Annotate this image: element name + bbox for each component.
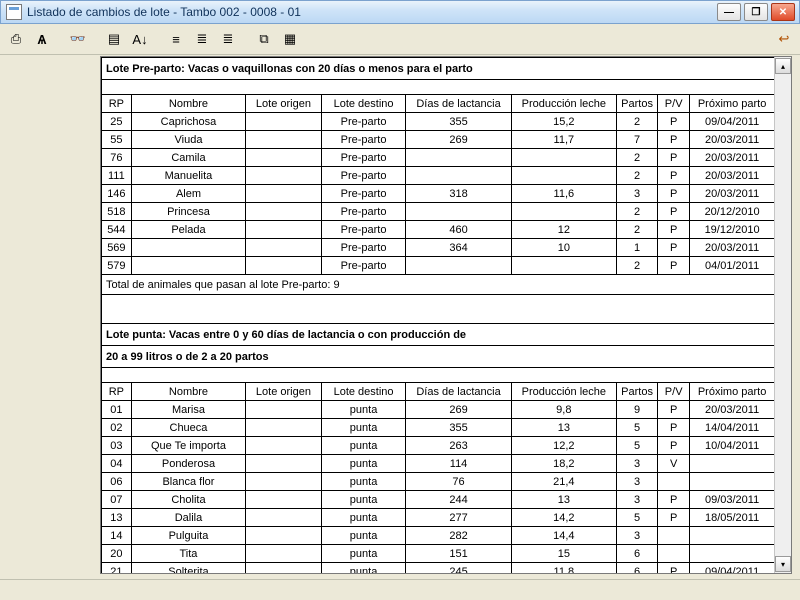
maximize-button[interactable]: ❐ bbox=[744, 3, 768, 21]
report-viewport: Lote Pre-parto: Vacas o vaquillonas con … bbox=[100, 56, 792, 574]
status-bar bbox=[0, 579, 800, 600]
app-icon bbox=[6, 4, 22, 20]
exit-icon[interactable]: ↩ bbox=[772, 27, 796, 51]
table-row: Total de animales que pasan al lote Pre-… bbox=[102, 275, 775, 295]
table-row: 21Solteritapunta24511,86P09/04/2011 bbox=[102, 563, 775, 574]
table-row: 518PrincesaPre-parto2P20/12/2010 bbox=[102, 203, 775, 221]
print-icon[interactable]: ⎙ bbox=[4, 27, 28, 51]
table-row bbox=[102, 80, 775, 95]
table-row: Lote Pre-parto: Vacas o vaquillonas con … bbox=[102, 58, 775, 80]
table-row: 01Marisapunta2699,89P20/03/2011 bbox=[102, 401, 775, 419]
table-row: 544PeladaPre-parto460122P19/12/2010 bbox=[102, 221, 775, 239]
config-icon[interactable]: ▤ bbox=[102, 27, 126, 51]
table-row: 20 a 99 litros o de 2 a 20 partos bbox=[102, 346, 775, 368]
copy-icon[interactable]: ⧉ bbox=[252, 27, 276, 51]
title-bar: Listado de cambios de lote - Tambo 002 -… bbox=[0, 0, 800, 24]
table-row: RPNombreLote origenLote destinoDías de l… bbox=[102, 383, 775, 401]
table-row: 76CamilaPre-parto2P20/03/2011 bbox=[102, 149, 775, 167]
table-row bbox=[102, 309, 775, 324]
grid-icon[interactable]: ▦ bbox=[278, 27, 302, 51]
vertical-scrollbar[interactable]: ▴ ▾ bbox=[774, 57, 791, 573]
minimize-button[interactable]: — bbox=[717, 3, 741, 21]
table-row: 06Blanca florpunta7621,43 bbox=[102, 473, 775, 491]
table-row: 13Dalilapunta27714,25P18/05/2011 bbox=[102, 509, 775, 527]
table-row: 146AlemPre-parto31811,63P20/03/2011 bbox=[102, 185, 775, 203]
scroll-down-icon[interactable]: ▾ bbox=[775, 556, 791, 572]
table-row: 25CaprichosaPre-parto35515,22P09/04/2011 bbox=[102, 113, 775, 131]
table-row: 55ViudaPre-parto26911,77P20/03/2011 bbox=[102, 131, 775, 149]
scroll-up-icon[interactable]: ▴ bbox=[775, 58, 791, 74]
table-row: 14Pulguitapunta28214,43 bbox=[102, 527, 775, 545]
align-left-icon[interactable]: ≡ bbox=[164, 27, 188, 51]
toolbar: ⎙ Ѧ 👓 ▤ A↓ ≡ ≣ ≣ ⧉ ▦ ↩ bbox=[0, 24, 800, 55]
table-row: 569Pre-parto364101P20/03/2011 bbox=[102, 239, 775, 257]
table-row: 03Que Te importapunta26312,25P10/04/2011 bbox=[102, 437, 775, 455]
report-table: Lote Pre-parto: Vacas o vaquillonas con … bbox=[101, 57, 775, 573]
view-icon[interactable]: 👓 bbox=[66, 27, 90, 51]
window-title: Listado de cambios de lote - Tambo 002 -… bbox=[27, 5, 301, 19]
align-right-icon[interactable]: ≣ bbox=[216, 27, 240, 51]
table-row: 07Cholitapunta244133P09/03/2011 bbox=[102, 491, 775, 509]
table-row bbox=[102, 295, 775, 310]
table-row: 111ManuelitaPre-parto2P20/03/2011 bbox=[102, 167, 775, 185]
table-row: 579Pre-parto2P04/01/2011 bbox=[102, 257, 775, 275]
table-row: RPNombreLote origenLote destinoDías de l… bbox=[102, 95, 775, 113]
find-icon[interactable]: Ѧ bbox=[30, 27, 54, 51]
table-row bbox=[102, 368, 775, 383]
table-row: 04Ponderosapunta11418,23V bbox=[102, 455, 775, 473]
table-row: Lote punta: Vacas entre 0 y 60 días de l… bbox=[102, 324, 775, 346]
align-center-icon[interactable]: ≣ bbox=[190, 27, 214, 51]
table-row: 02Chuecapunta355135P14/04/2011 bbox=[102, 419, 775, 437]
close-button[interactable]: ✕ bbox=[771, 3, 795, 21]
report-body: Lote Pre-parto: Vacas o vaquillonas con … bbox=[101, 57, 775, 573]
table-row: 20Titapunta151156 bbox=[102, 545, 775, 563]
sort-icon[interactable]: A↓ bbox=[128, 27, 152, 51]
